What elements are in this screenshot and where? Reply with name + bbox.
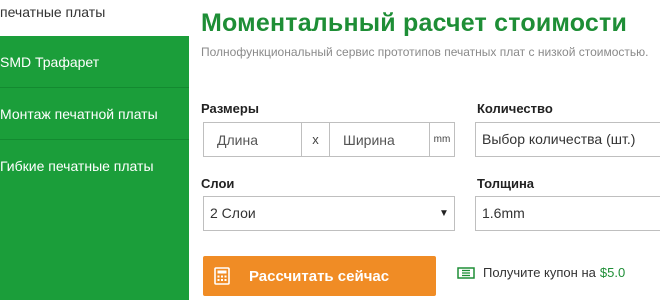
dimension-separator: x (302, 123, 330, 156)
width-input[interactable] (330, 123, 430, 156)
coupon-link[interactable]: Получите купон на $5.0 (457, 265, 625, 280)
quote-panel: Моментальный расчет стоимости Полнофункц… (201, 0, 660, 300)
calculator-icon (214, 267, 230, 285)
calculate-button-label: Рассчитать сейчас (249, 267, 390, 285)
size-label: Размеры (201, 101, 259, 116)
quantity-select[interactable]: Выбор количества (шт.) (475, 122, 660, 157)
thickness-value: 1.6mm (482, 205, 525, 221)
page-subtitle: Полнофункциональный сервис прототипов пе… (201, 45, 649, 59)
sidebar-item-label: SMD Трафарет (0, 54, 100, 70)
quantity-label: Количество (477, 101, 553, 116)
layers-label: Слои (201, 176, 235, 191)
size-field-group: x mm (203, 122, 455, 157)
coupon-amount: $5.0 (599, 265, 626, 280)
ticket-icon (457, 266, 475, 279)
sidebar-item-pcb[interactable]: печатные платы (0, 0, 189, 36)
page-title: Моментальный расчет стоимости (201, 9, 628, 37)
unit-label: mm (433, 134, 451, 145)
dropdown-arrow-icon: ▼ (439, 208, 449, 219)
length-input[interactable] (204, 123, 302, 156)
coupon-text: Получите купон на (483, 265, 596, 280)
quantity-value: Выбор количества (шт.) (482, 131, 636, 147)
sidebar-item-smd-stencil[interactable]: SMD Трафарет (0, 36, 189, 88)
calculate-button[interactable]: Рассчитать сейчас (203, 256, 436, 296)
sidebar-item-pcb-assembly[interactable]: Монтаж печатной платы (0, 88, 189, 140)
layers-select[interactable]: 2 Слои ▼ (203, 196, 455, 231)
sidebar-item-label: печатные платы (0, 4, 106, 20)
sidebar-item-label: Монтаж печатной платы (0, 106, 158, 122)
sidebar: печатные платы SMD Трафарет Монтаж печат… (0, 0, 189, 300)
sidebar-item-flex-pcb[interactable]: Гибкие печатные платы (0, 140, 189, 192)
thickness-label: Толщина (477, 176, 535, 191)
thickness-select[interactable]: 1.6mm (475, 196, 660, 231)
sidebar-item-label: Гибкие печатные платы (0, 158, 154, 174)
layers-value: 2 Слои (210, 205, 256, 221)
sidebar-menu: SMD Трафарет Монтаж печатной платы Гибки… (0, 36, 189, 300)
